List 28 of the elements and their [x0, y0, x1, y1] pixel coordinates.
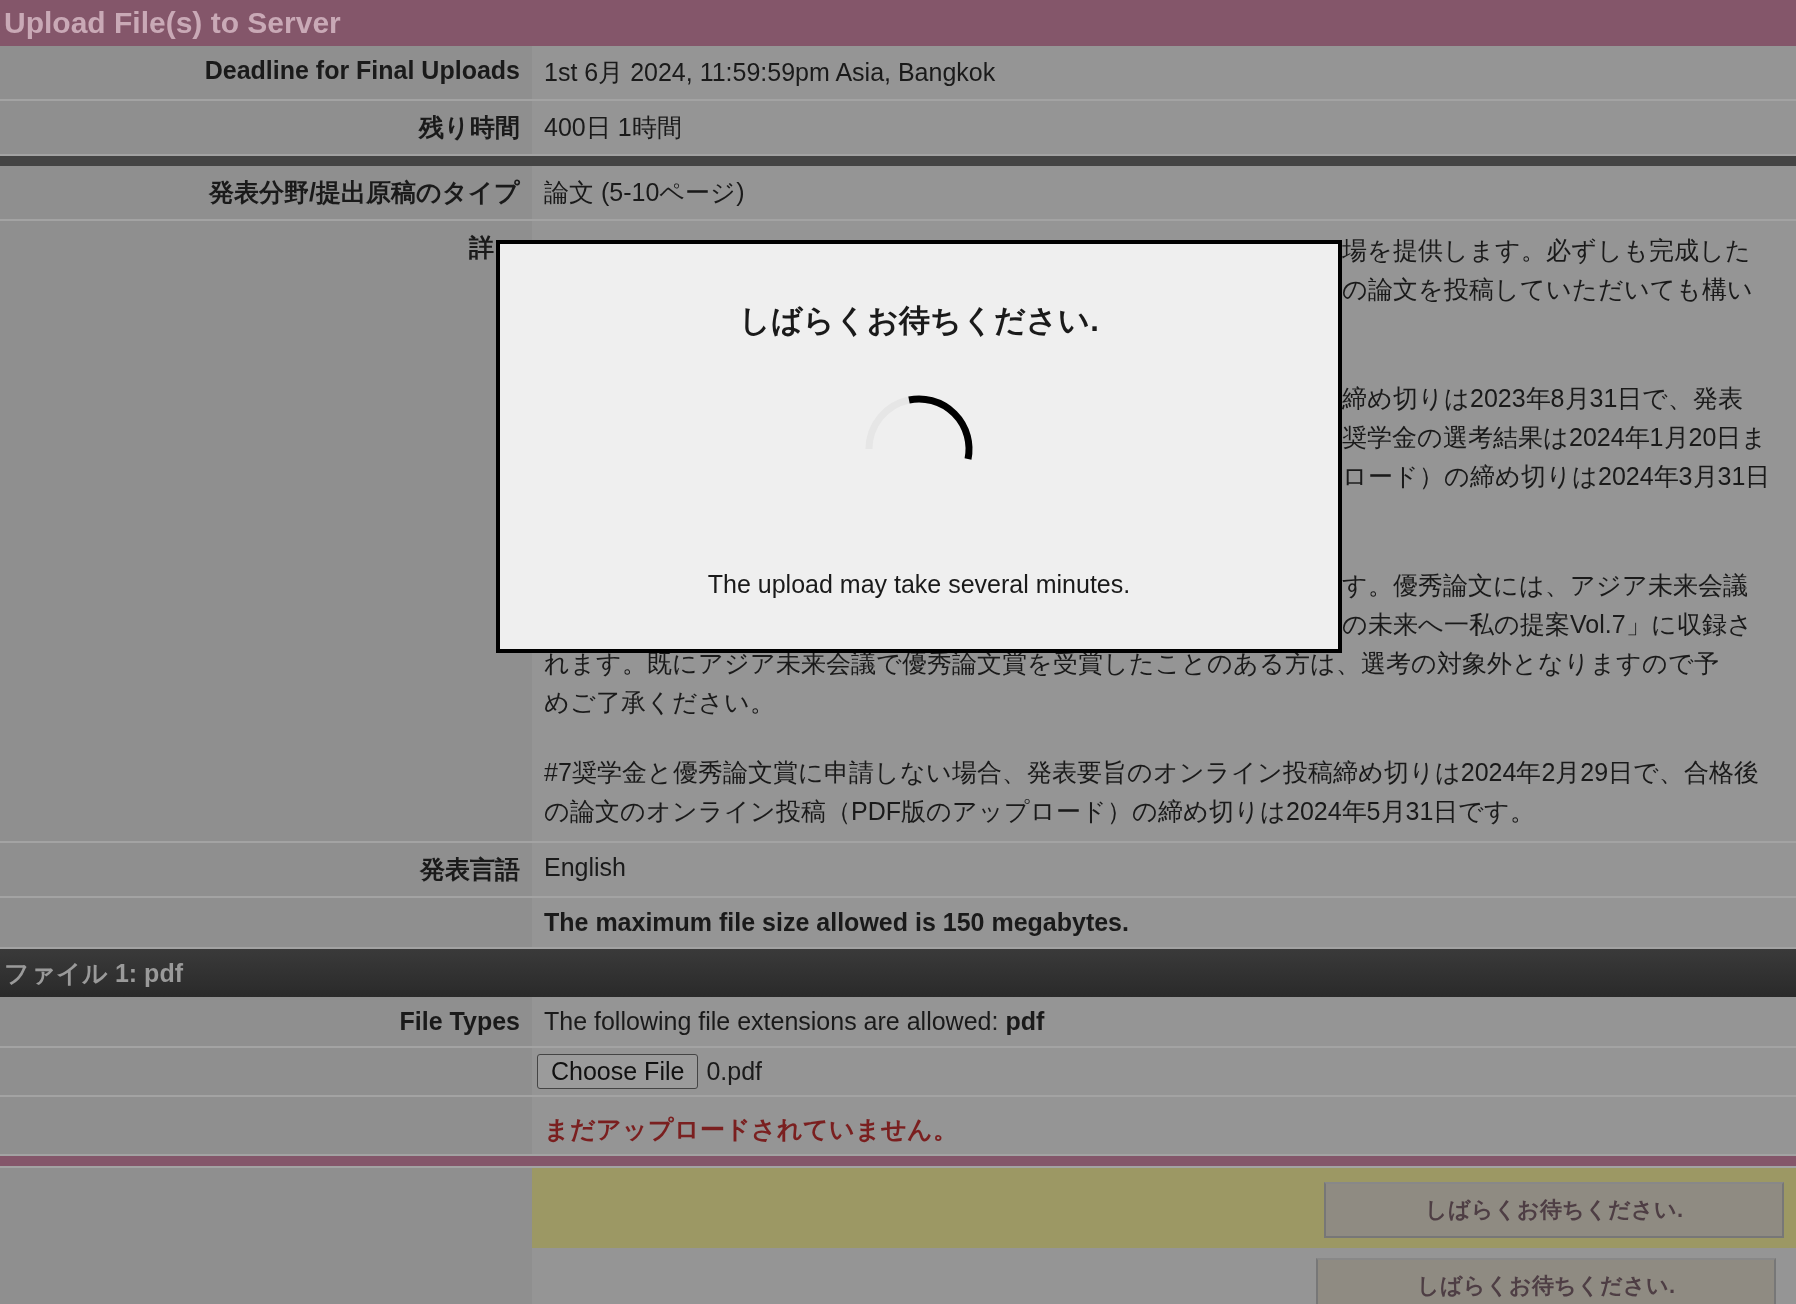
details-text: 締め切りは2023年8月31日で、発表 — [1342, 384, 1744, 412]
upload-status: まだアップロードされていません。 — [543, 1114, 959, 1145]
details-text: の論文を投稿していただいても構い — [1342, 275, 1753, 303]
field-label: File Types — [0, 997, 532, 1046]
field-label: 発表分野/提出原稿のタイプ — [0, 166, 532, 219]
page-title: Upload File(s) to Server — [0, 0, 1796, 46]
field-label: Deadline for Final Uploads — [0, 46, 532, 99]
size-note: The maximum file size allowed is 150 megabytes. — [543, 907, 1130, 938]
details-text: 場を提供します。必ずしも完成した — [1342, 236, 1751, 264]
details-paragraph: #7奨学金と優秀論文賞に申請しない場合、発表要旨のオンライン投稿締め切りは2024年2月29日で、合格後の論文のオンライン投稿（PDF版のアップロード）の締め切りは2024年5月31日です。 — [544, 757, 1761, 827]
field-value: English — [543, 852, 627, 883]
field-value: The following file extensions are allowed: pdf — [543, 1006, 1046, 1037]
details-text: す。優秀論文には、アジア未来会議 — [1342, 571, 1748, 599]
field-value: 400日 1時間 — [543, 112, 683, 143]
choose-file-button[interactable]: Choose File — [537, 1054, 699, 1089]
dialog-title: しばらくお待ちください. — [739, 302, 1099, 340]
field-label: 発表言語 — [0, 843, 532, 896]
field-label: 残り時間 — [0, 101, 532, 154]
details-text: 奨学金の選考結果は2024年1月20日ま — [1342, 423, 1768, 451]
field-value: 1st 6月 2024, 11:59:59pm Asia, Bangkok — [543, 57, 997, 88]
details-text: ロード）の締め切りは2024年3月31日 — [1342, 462, 1771, 490]
section-header: ファイル 1: pdf — [0, 949, 1796, 997]
file-name: 0.pdf — [706, 1057, 762, 1086]
details-text: めご了承ください。 — [544, 688, 775, 716]
details-text: の未来へ一私の提案Vol.7」に収録さ — [1342, 610, 1753, 638]
field-label: 詳 — [469, 233, 494, 261]
field-value: 論文 (5-10ページ) — [543, 177, 746, 208]
dialog-message: The upload may take several minutes. — [707, 570, 1131, 599]
